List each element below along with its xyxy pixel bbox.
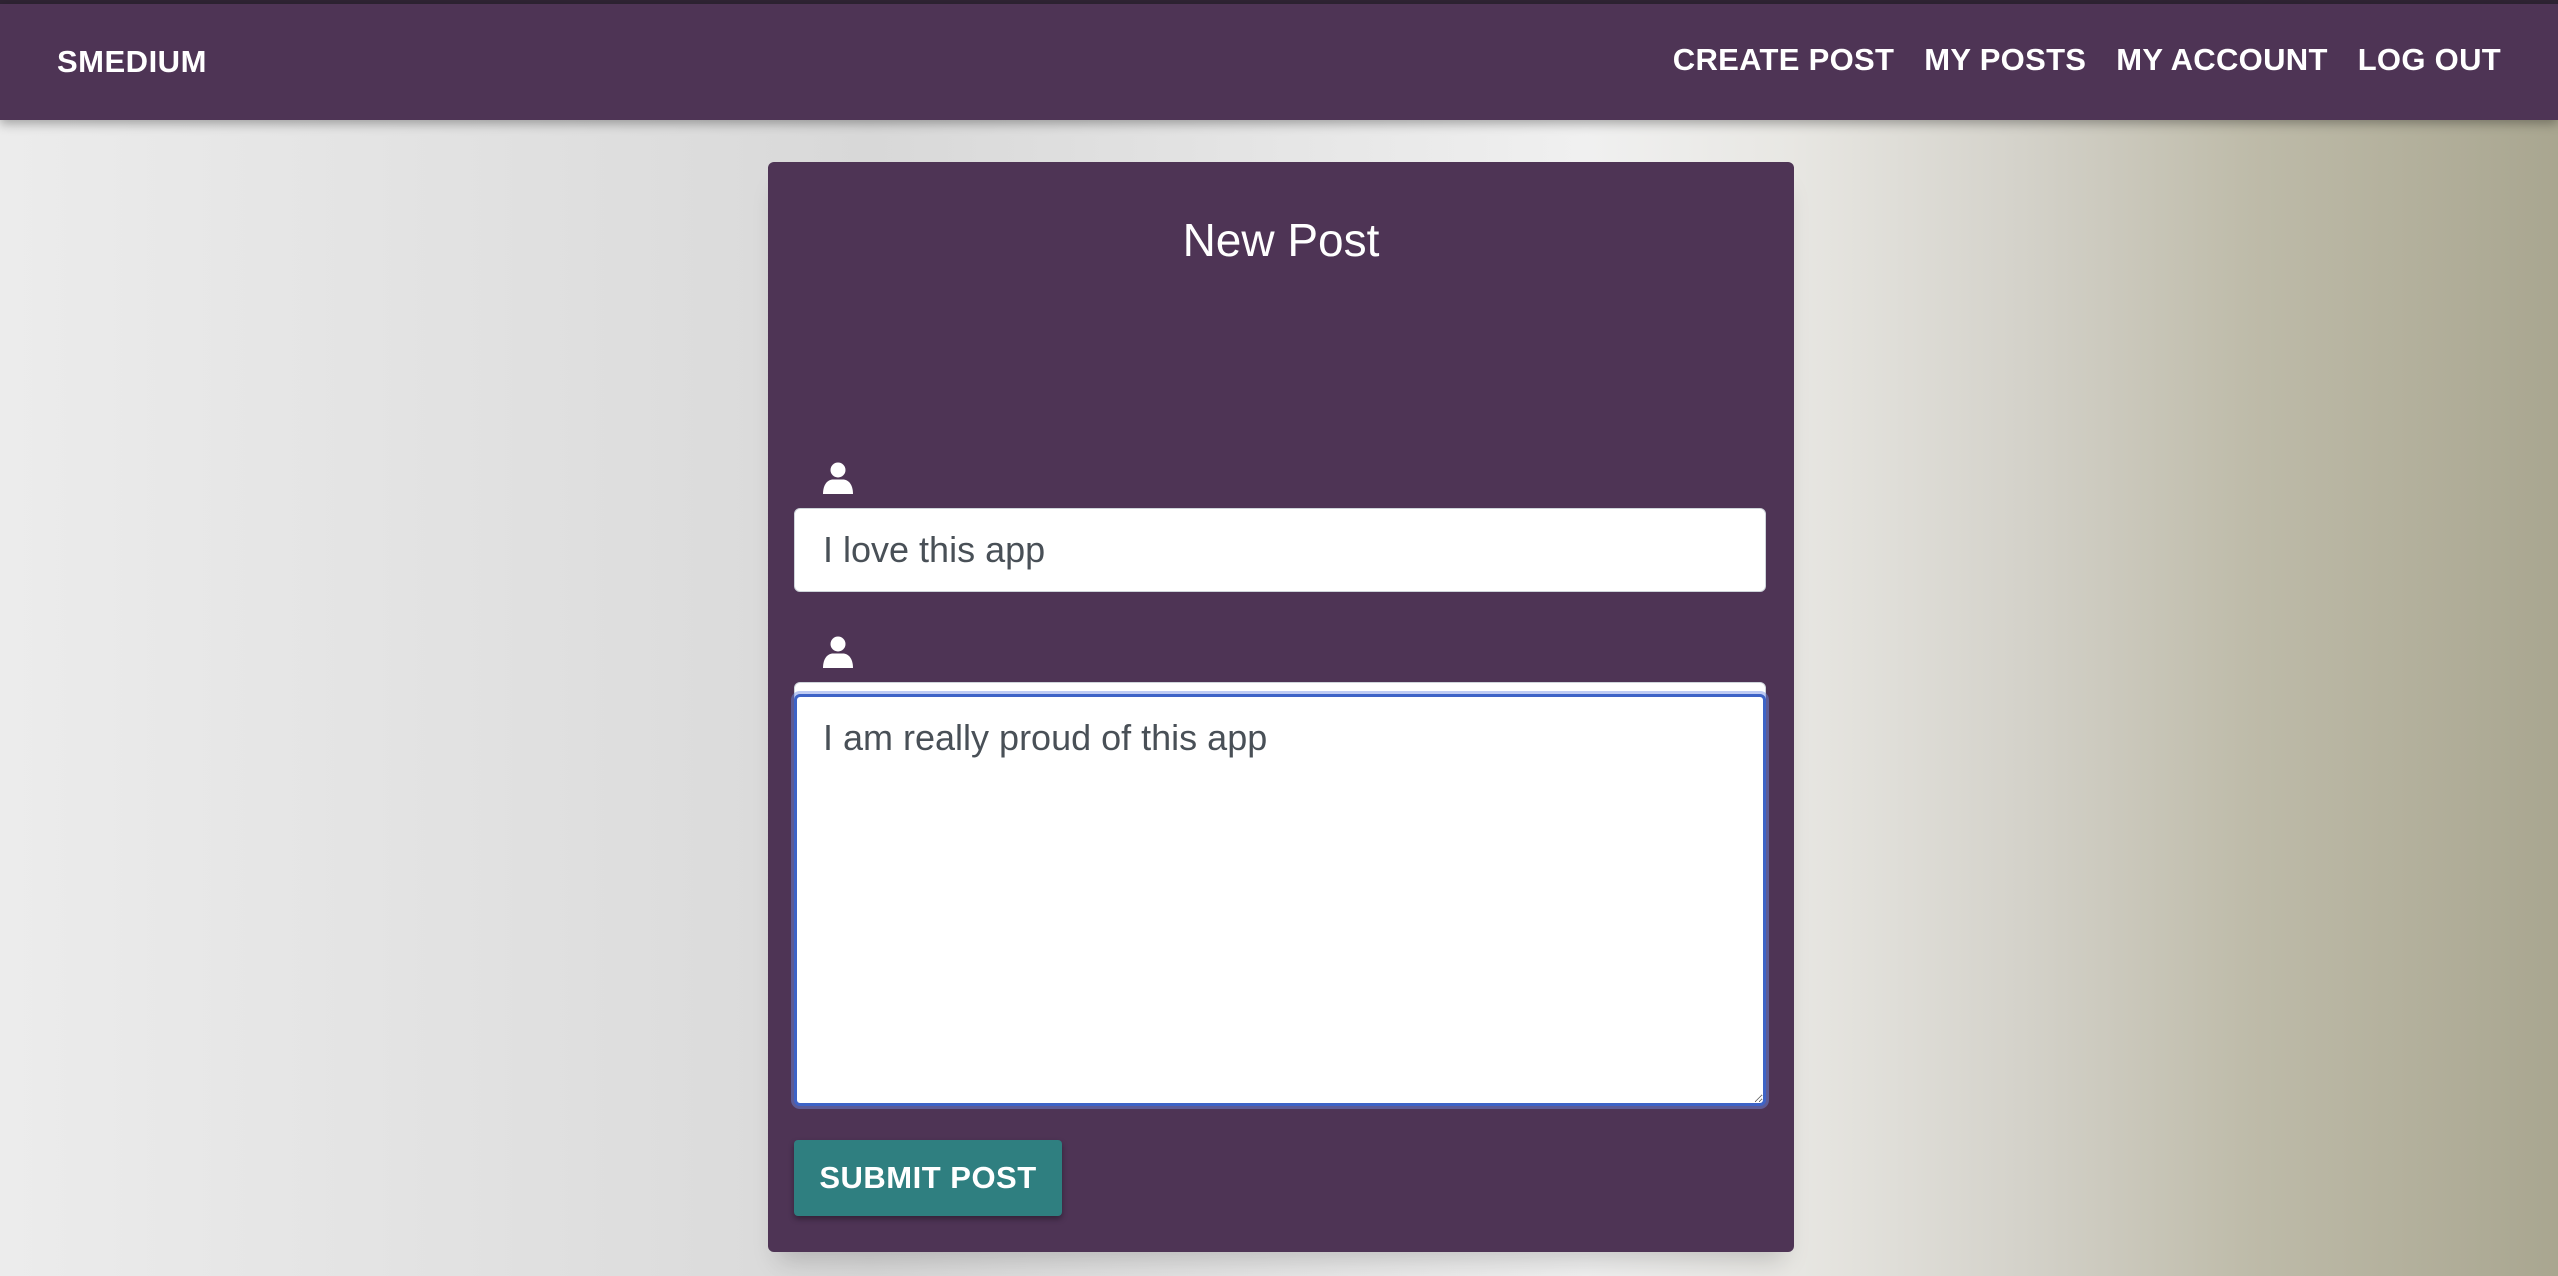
title-input[interactable] <box>794 508 1766 592</box>
brand-logo-link[interactable]: SMEDIUM <box>57 44 207 80</box>
nav-log-out-link[interactable]: LOG OUT <box>2358 42 2501 78</box>
submit-post-button[interactable]: SUBMIT POST <box>794 1140 1062 1216</box>
nav-create-post-link[interactable]: CREATE POST <box>1673 42 1894 78</box>
user-icon <box>823 462 853 494</box>
post-body-textarea[interactable]: I am really proud of this app <box>794 694 1766 1106</box>
form-title: New Post <box>1182 214 1380 266</box>
new-post-form: New Post I am really proud of this app S… <box>768 162 1794 1252</box>
top-navbar: SMEDIUM CREATE POST MY POSTS MY ACCOUNT … <box>0 4 2558 120</box>
nav-links: CREATE POST MY POSTS MY ACCOUNT LOG OUT <box>1673 42 2501 78</box>
user-icon <box>823 636 853 668</box>
nav-my-posts-link[interactable]: MY POSTS <box>1924 42 2086 78</box>
nav-my-account-link[interactable]: MY ACCOUNT <box>2116 42 2327 78</box>
